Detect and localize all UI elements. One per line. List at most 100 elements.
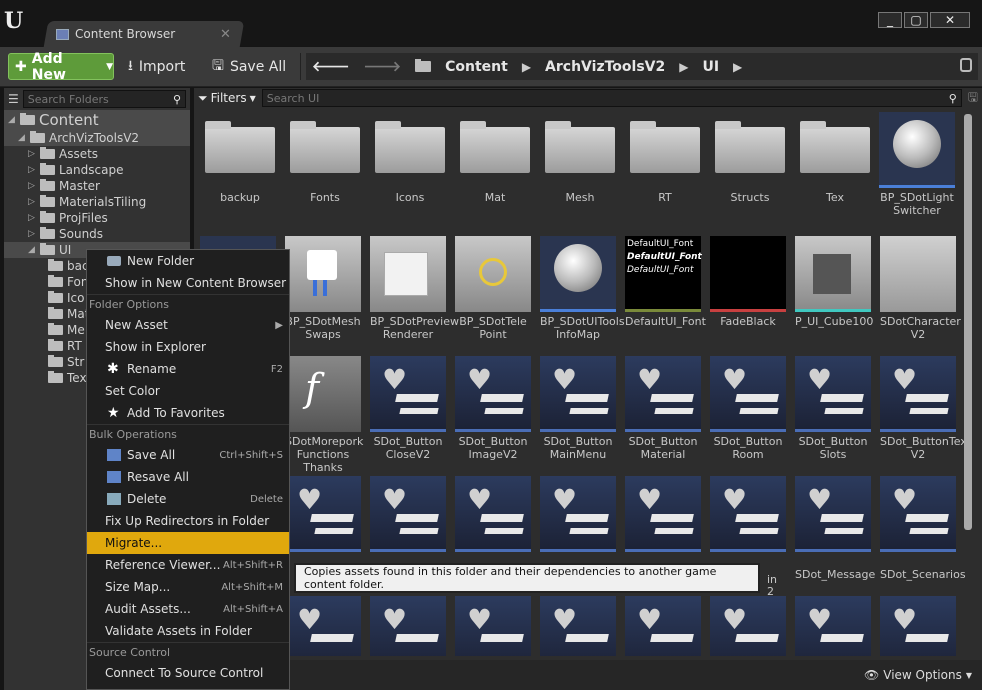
asset-tile[interactable]: ♥ xyxy=(370,596,446,656)
expanded-arrow-icon[interactable]: ◢ xyxy=(18,133,26,143)
font-thumbnail: DefaultUI_Font DefaultUI_Font DefaultUI_Fo… xyxy=(625,236,702,312)
menu-size-map[interactable]: Size Map... Alt+Shift+M xyxy=(87,576,289,598)
asset-search-input[interactable]: Search UI ⚲ xyxy=(261,89,962,107)
breadcrumb-content[interactable]: Content xyxy=(445,59,508,75)
folder-search-input[interactable]: Search Folders ⚲ xyxy=(22,90,186,108)
asset-tile[interactable]: ♥ xyxy=(710,596,786,656)
asset-tile[interactable]: f SDotMorepork Functions Thanks xyxy=(285,356,363,474)
breadcrumb-ui[interactable]: UI xyxy=(702,59,719,75)
asset-tile[interactable]: Icons xyxy=(372,112,448,226)
import-button[interactable]: ⭳ Import xyxy=(128,53,185,80)
menu-fix-up-redirectors[interactable]: Fix Up Redirectors in Folder xyxy=(87,510,289,532)
breadcrumb-arrow-icon[interactable]: ▶ xyxy=(522,60,531,74)
asset-tile[interactable]: Mesh xyxy=(542,112,618,226)
lock-icon[interactable] xyxy=(960,58,972,72)
asset-tile[interactable]: backup xyxy=(202,112,278,226)
asset-tile[interactable]: BP_SDotLight Switcher xyxy=(879,112,955,226)
menu-save-all[interactable]: Save All Ctrl+Shift+S xyxy=(87,444,289,466)
asset-tile[interactable]: ♥ xyxy=(880,596,956,656)
close-button[interactable]: ✕ xyxy=(930,12,970,28)
maximize-button[interactable]: ▢ xyxy=(904,12,928,28)
menu-reference-viewer[interactable]: Reference Viewer... Alt+Shift+R xyxy=(87,554,289,576)
expanded-arrow-icon[interactable]: ◢ xyxy=(28,245,36,255)
asset-tile[interactable]: Structs xyxy=(712,112,788,226)
add-new-button[interactable]: ✚ Add New ▼ xyxy=(8,51,114,83)
asset-tile[interactable]: ♥ xyxy=(455,596,531,656)
menu-migrate[interactable]: Migrate... xyxy=(87,532,289,554)
menu-show-in-new-content-browser[interactable]: Show in New Content Browser xyxy=(87,272,289,294)
tree-node-project[interactable]: ◢ ArchVizToolsV2 xyxy=(4,130,190,146)
collapsed-arrow-icon[interactable]: ▷ xyxy=(28,213,36,223)
save-all-button[interactable]: 🖫 Save All xyxy=(212,53,286,80)
menu-label: Audit Assets... xyxy=(105,602,191,616)
collapsed-arrow-icon[interactable]: ▷ xyxy=(28,229,36,239)
forward-icon[interactable]: 🡒 xyxy=(364,58,402,75)
back-icon[interactable]: 🡐 xyxy=(312,58,350,75)
asset-tile[interactable]: FadeBlack xyxy=(710,236,786,350)
tree-node-master[interactable]: ▷ Master xyxy=(4,178,190,194)
asset-tile[interactable]: DefaultUI_Font DefaultUI_Font DefaultUI_Fo… xyxy=(625,236,706,350)
menu-audit-assets[interactable]: Audit Assets... Alt+Shift+A xyxy=(87,598,289,620)
save-search-icon[interactable]: 🖫 xyxy=(968,88,978,109)
asset-tile[interactable]: ♥ SDot_Button Room xyxy=(710,356,786,470)
view-options-button[interactable]: 👁 View Options ▼ xyxy=(864,668,972,682)
asset-tile[interactable]: ♥ SDot_Button MainMenu xyxy=(540,356,616,470)
tree-node-sounds[interactable]: ▷ Sounds xyxy=(4,226,190,242)
folder-icon xyxy=(48,275,63,287)
tree-node-projfiles[interactable]: ▷ ProjFiles xyxy=(4,210,190,226)
menu-set-color[interactable]: Set Color xyxy=(87,380,289,402)
delete-icon xyxy=(107,493,121,505)
menu-connect-source-control[interactable]: Connect To Source Control xyxy=(87,662,289,684)
asset-tile[interactable]: SDotCharacter V2 xyxy=(880,236,961,350)
filters-button[interactable]: ⏷ Filters ▼ xyxy=(198,91,256,106)
collapsed-arrow-icon[interactable]: ▷ xyxy=(28,149,36,159)
asset-tile[interactable]: ♥ SDot_Message xyxy=(795,476,875,590)
asset-tile[interactable]: P_UI_Cube100 xyxy=(795,236,873,350)
chevron-down-icon: ▼ xyxy=(106,61,113,72)
scrollbar[interactable] xyxy=(964,114,972,530)
menu-new-asset[interactable]: New Asset ▶ xyxy=(87,314,289,336)
rename-icon: ✱ xyxy=(107,361,119,377)
tree-node-content[interactable]: ◢ Content xyxy=(4,110,190,130)
expanded-arrow-icon[interactable]: ◢ xyxy=(8,115,16,125)
asset-tile[interactable]: ♥ SDot_ButtonText V2 xyxy=(880,356,971,470)
asset-tile[interactable]: ♥ SDot_Button Material xyxy=(625,356,701,470)
menu-rename[interactable]: ✱ Rename F2 xyxy=(87,358,289,380)
asset-tile[interactable]: ♥ xyxy=(625,596,701,656)
asset-tile[interactable]: RT xyxy=(627,112,703,226)
menu-new-folder[interactable]: New Folder xyxy=(87,250,289,272)
asset-tile[interactable]: Mat xyxy=(457,112,533,226)
collapsed-arrow-icon[interactable]: ▷ xyxy=(28,165,36,175)
menu-add-to-favorites[interactable]: ★ Add To Favorites xyxy=(87,402,289,424)
character-thumbnail xyxy=(880,236,956,312)
asset-tile[interactable]: ♥ xyxy=(795,596,871,656)
tree-node-materialstiling[interactable]: ▷ MaterialsTiling xyxy=(4,194,190,210)
minimize-button[interactable]: _ xyxy=(878,12,902,28)
collapsed-arrow-icon[interactable]: ▷ xyxy=(28,197,36,207)
asset-tile[interactable]: ♥ SDot_Scenarios xyxy=(880,476,966,590)
asset-tile[interactable]: ♥ SDot_Button CloseV2 xyxy=(370,356,446,470)
asset-tile[interactable]: BP_SDotMesh Swaps xyxy=(285,236,361,350)
widget-icon: ♥ xyxy=(710,596,786,656)
asset-tile[interactable]: BP_SDotPreview Renderer xyxy=(370,236,459,350)
breadcrumb-arrow-icon[interactable]: ▶ xyxy=(733,60,742,74)
asset-tile[interactable]: BP_SDotTele Point xyxy=(455,236,531,350)
menu-validate-assets[interactable]: Validate Assets in Folder xyxy=(87,620,289,642)
asset-tile[interactable]: ♥ xyxy=(540,596,616,656)
asset-tile[interactable]: BP_SDotUITools InfoMap xyxy=(540,236,625,350)
menu-resave-all[interactable]: Resave All xyxy=(87,466,289,488)
collapsed-arrow-icon[interactable]: ▷ xyxy=(28,181,36,191)
breadcrumb-arrow-icon[interactable]: ▶ xyxy=(679,60,688,74)
tree-node-landscape[interactable]: ▷ Landscape xyxy=(4,162,190,178)
tab-close-icon[interactable]: ✕ xyxy=(220,27,231,42)
asset-tile[interactable]: ♥ xyxy=(285,596,361,656)
menu-delete[interactable]: Delete Delete xyxy=(87,488,289,510)
tree-node-assets[interactable]: ▷ Assets xyxy=(4,146,190,162)
asset-tile[interactable]: ♥ SDot_Button ImageV2 xyxy=(455,356,531,470)
tree-toggle-icon[interactable]: ☰ xyxy=(8,92,19,106)
menu-show-in-explorer[interactable]: Show in Explorer xyxy=(87,336,289,358)
asset-tile[interactable]: Tex xyxy=(797,112,873,226)
asset-tile[interactable]: Fonts xyxy=(287,112,363,226)
asset-tile[interactable]: ♥ SDot_Button Slots xyxy=(795,356,871,470)
breadcrumb-archviz[interactable]: ArchVizToolsV2 xyxy=(545,59,665,75)
